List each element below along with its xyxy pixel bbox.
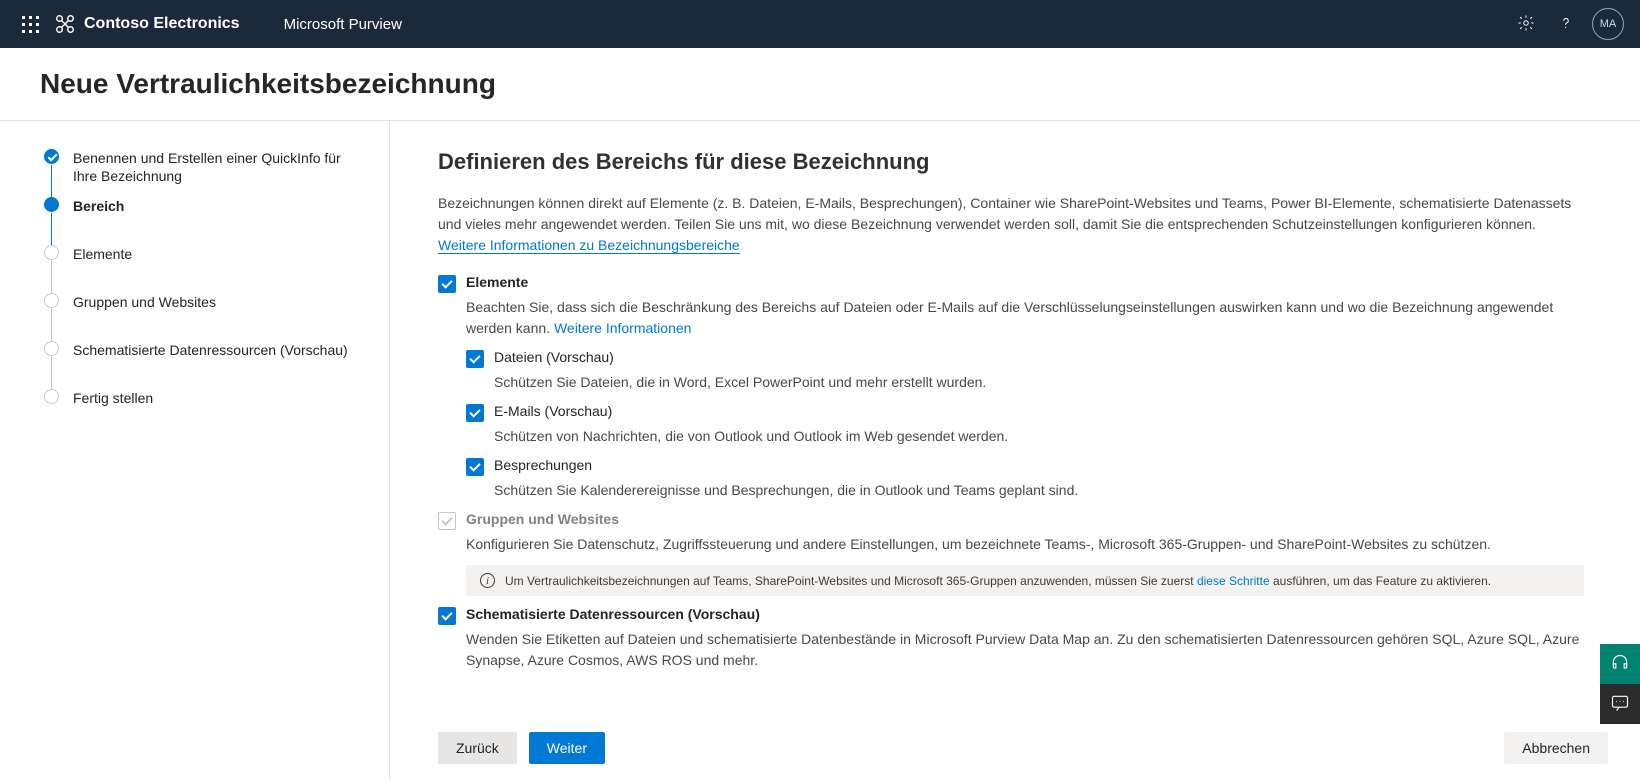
- checkbox-meetings-desc: Schützen Sie Kalenderereignisse und Besp…: [494, 480, 1584, 501]
- section-heading: Definieren des Bereichs für diese Bezeic…: [438, 149, 1584, 175]
- section-lead: Bezeichnungen können direkt auf Elemente…: [438, 193, 1584, 256]
- step-done-icon: [44, 149, 59, 164]
- wizard-step-groups[interactable]: Gruppen und Websites: [44, 293, 365, 341]
- step-pending-icon: [44, 341, 59, 356]
- checkbox-items-desc: Beachten Sie, dass sich die Beschränkung…: [466, 297, 1584, 339]
- wizard-footer: Zurück Weiter Abbrechen: [438, 732, 1608, 764]
- wizard-step-finish[interactable]: Fertig stellen: [44, 389, 365, 407]
- main-panel: Definieren des Bereichs für diese Bezeic…: [390, 121, 1640, 779]
- items-learn-more-link[interactable]: Weitere Informationen: [554, 320, 691, 336]
- step-pending-icon: [44, 245, 59, 260]
- avatar[interactable]: MA: [1592, 8, 1624, 40]
- checkbox-files[interactable]: Dateien (Vorschau): [466, 349, 1584, 368]
- step-pending-icon: [44, 389, 59, 404]
- wizard-step-elements[interactable]: Elemente: [44, 245, 365, 293]
- wizard-step-scope[interactable]: Bereich: [44, 197, 365, 245]
- feedback-widget-button[interactable]: [1600, 684, 1640, 724]
- step-active-icon: [44, 197, 59, 212]
- org-logo-icon: [54, 13, 76, 35]
- org-name: Contoso Electronics: [84, 15, 240, 33]
- checkbox-schematized[interactable]: Schematisierte Datenressourcen (Vorschau…: [438, 606, 1584, 625]
- cancel-button[interactable]: Abbrechen: [1504, 732, 1608, 764]
- wizard-step-naming[interactable]: Benennen und Erstellen einer QuickInfo f…: [44, 149, 365, 197]
- groups-info-bar: i Um Vertraulichkeitsbezeichnungen auf T…: [466, 565, 1584, 596]
- top-app-bar: Contoso Electronics Microsoft Purview MA: [0, 0, 1640, 48]
- info-icon: i: [480, 573, 495, 588]
- gear-icon: [1517, 14, 1535, 35]
- checkbox-disabled-icon: [438, 512, 456, 530]
- back-button[interactable]: Zurück: [438, 732, 517, 764]
- wizard-step-schematized[interactable]: Schematisierte Datenressourcen (Vorschau…: [44, 341, 365, 389]
- waffle-icon: [22, 16, 38, 32]
- groups-steps-link[interactable]: diese Schritte: [1197, 574, 1270, 588]
- help-icon: [1557, 14, 1575, 35]
- checkbox-icon: [466, 404, 484, 422]
- checkbox-icon: [438, 607, 456, 625]
- checkbox-emails[interactable]: E-Mails (Vorschau): [466, 403, 1584, 422]
- step-pending-icon: [44, 293, 59, 308]
- checkbox-icon: [438, 275, 456, 293]
- checkbox-icon: [466, 458, 484, 476]
- support-widget-button[interactable]: [1600, 644, 1640, 684]
- checkbox-files-desc: Schützen Sie Dateien, die in Word, Excel…: [494, 372, 1584, 393]
- checkbox-icon: [466, 350, 484, 368]
- org-brand: Contoso Electronics: [54, 13, 240, 35]
- checkbox-items[interactable]: Elemente: [438, 274, 1584, 293]
- learn-more-scopes-link[interactable]: Weitere Informationen zu Bezeichnungsber…: [438, 237, 740, 254]
- feedback-icon: [1610, 693, 1630, 716]
- checkbox-meetings[interactable]: Besprechungen: [466, 457, 1584, 476]
- checkbox-groups-desc: Konfigurieren Sie Datenschutz, Zugriffss…: [466, 534, 1584, 555]
- headset-icon: [1610, 653, 1630, 676]
- help-button[interactable]: [1546, 0, 1586, 48]
- checkbox-emails-desc: Schützen von Nachrichten, die von Outloo…: [494, 426, 1584, 447]
- app-launcher-button[interactable]: [10, 0, 50, 48]
- settings-button[interactable]: [1506, 0, 1546, 48]
- product-name: Microsoft Purview: [284, 16, 402, 33]
- next-button[interactable]: Weiter: [529, 732, 605, 764]
- page-title: Neue Vertraulichkeitsbezeichnung: [0, 48, 1640, 121]
- checkbox-groups: Gruppen und Websites: [438, 511, 1584, 530]
- checkbox-schematized-desc: Wenden Sie Etiketten auf Dateien und sch…: [466, 629, 1584, 671]
- wizard-steps: Benennen und Erstellen einer QuickInfo f…: [0, 121, 390, 779]
